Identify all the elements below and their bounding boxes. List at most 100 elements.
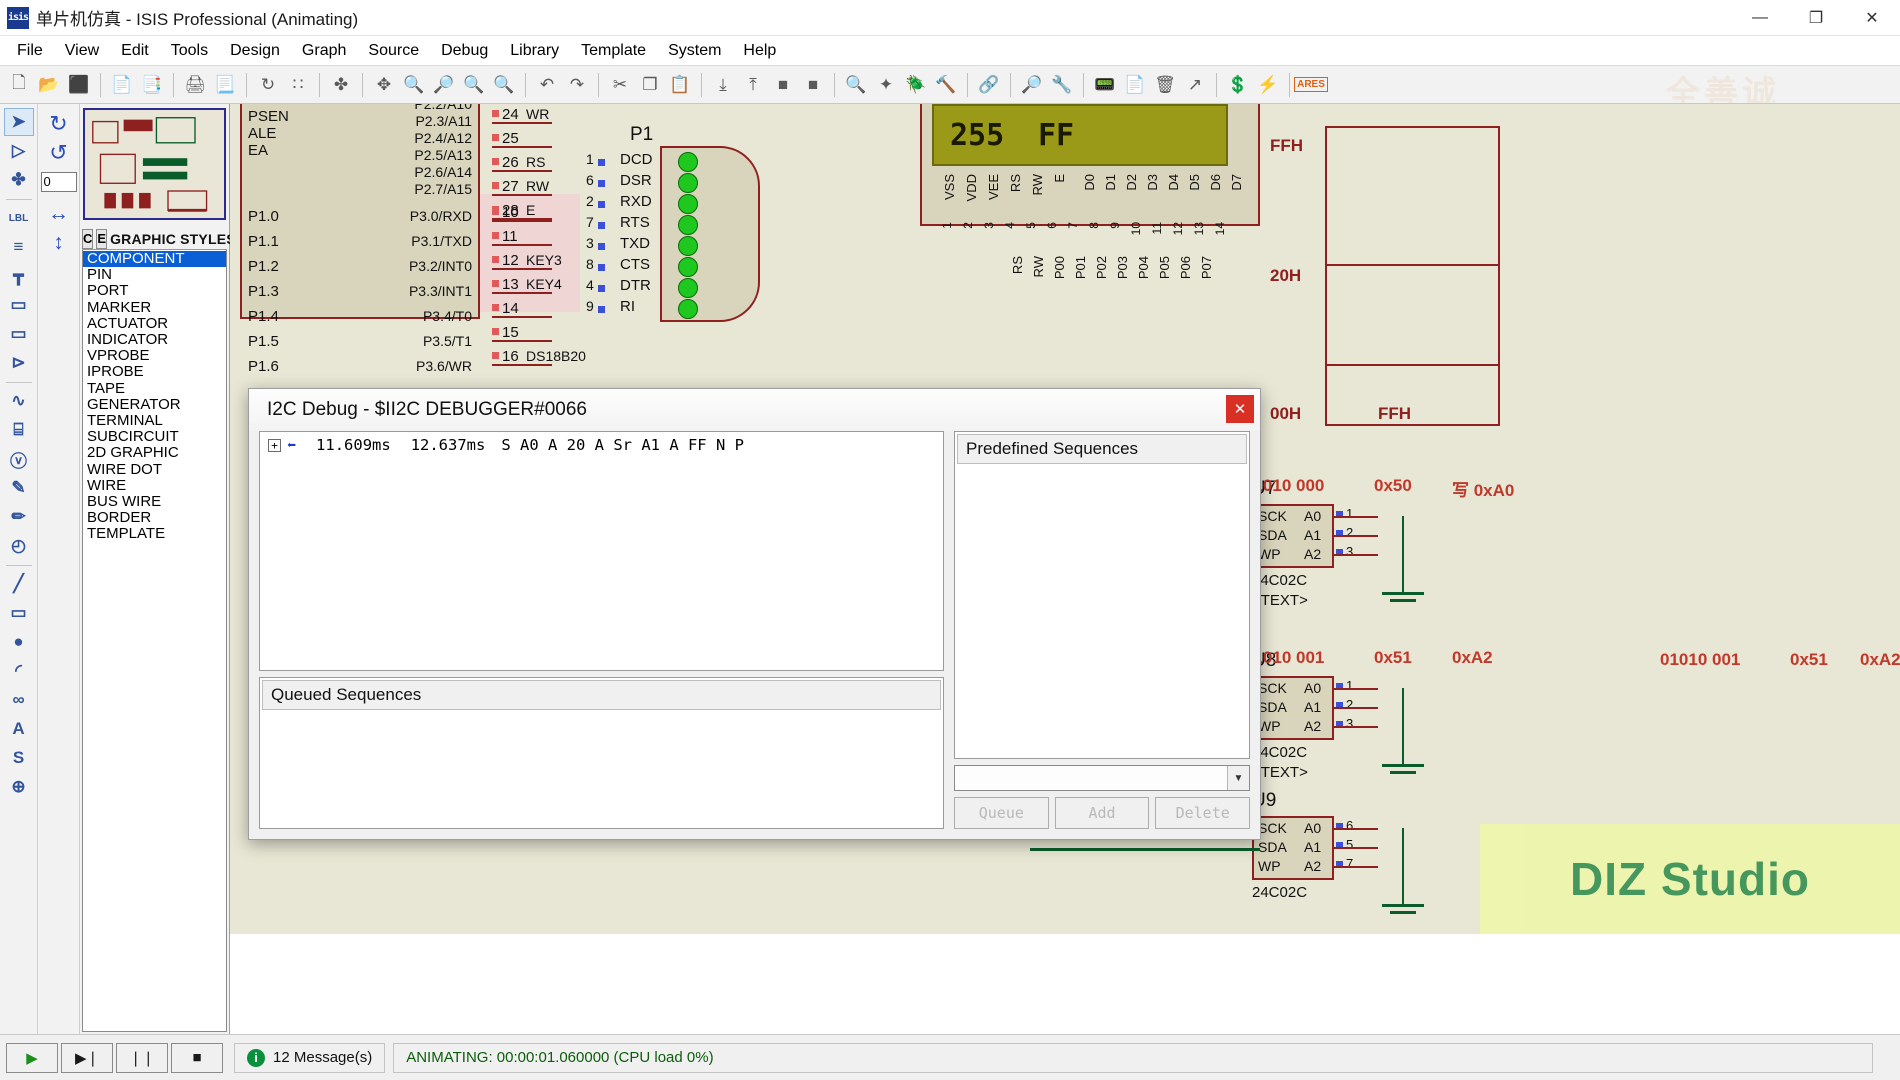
dialog-close-button[interactable]: ✕ [1226,395,1254,423]
zoom-all-icon[interactable]: 🔍 [490,71,518,99]
graphic-style-item-template[interactable]: TEMPLATE [83,526,226,542]
wire-autorouter-icon[interactable]: 🔗 [975,71,1003,99]
graphic-style-item-pin[interactable]: PIN [83,267,226,283]
cut-icon[interactable]: ✂ [606,71,634,99]
virtual-instrument-icon[interactable]: ◴ [4,532,34,560]
rotate-clockwise-icon[interactable]: ↻ [44,110,74,138]
circle-tool-icon[interactable]: ● [4,628,34,656]
refresh-icon[interactable]: ↻ [254,71,282,99]
menu-debug[interactable]: Debug [430,39,499,63]
graphic-style-item-port[interactable]: PORT [83,283,226,299]
predefined-sequences-panel[interactable]: Predefined Sequences [954,431,1250,759]
dialog-title-bar[interactable]: I2C Debug - $II2C DEBUGGER#0066 ✕ [249,389,1260,431]
graphic-style-item-iprobe[interactable]: IPROBE [83,364,226,380]
subcircuit-icon[interactable]: ▭ [4,291,34,319]
graphic-style-item-wire-dot[interactable]: WIRE DOT [83,461,226,478]
remove-sheet-icon[interactable]: 🗑 [1151,71,1179,99]
decompose-icon[interactable]: 🔨 [932,71,960,99]
zoom-out-icon[interactable]: 🔎 [430,71,458,99]
menu-view[interactable]: View [54,39,110,63]
copy-icon[interactable]: ❐ [636,71,664,99]
save-design-icon[interactable]: ⬛ [65,71,93,99]
new-sheet-icon[interactable]: 📄 [1121,71,1149,99]
search-tag-icon[interactable]: 🔎 [1018,71,1046,99]
graph-mode-icon[interactable]: ∿ [4,387,34,415]
zoom-area-icon[interactable]: 🔍 [460,71,488,99]
add-button[interactable]: Add [1054,797,1150,829]
graphic-style-item-marker[interactable]: MARKER [83,299,226,316]
paste-icon[interactable]: 📋 [666,71,694,99]
text-tool-icon[interactable]: A [4,715,34,743]
block-rotate-icon[interactable]: ■ [769,71,797,99]
selector-c-button[interactable]: C [82,228,94,249]
mirror-horizontal-icon[interactable]: ↔ [44,200,74,228]
schematic-canvas[interactable]: PSEN ALE EA P1.0 P1.1 P1.2 P1.3 P1.4 P1.5 P1.6 P2.… [230,104,1900,1034]
rotate-counterclockwise-icon[interactable]: ↺ [44,139,74,167]
rotation-angle-input[interactable]: 0 [40,172,77,192]
graphic-style-item-terminal[interactable]: TERMINAL [83,412,226,429]
animation-play-button[interactable]: ▶ [6,1042,58,1073]
graphic-style-item-bus-wire[interactable]: BUS WIRE [83,493,226,510]
menu-source[interactable]: Source [357,39,430,63]
sequence-combo-box[interactable]: ▼ [954,765,1250,791]
line-tool-icon[interactable]: ╱ [4,570,34,598]
chevron-down-icon[interactable]: ▼ [1227,766,1249,790]
device-pin-icon[interactable]: ⊳ [4,349,34,377]
block-copy-icon[interactable]: ⤓ [709,71,737,99]
toggle-grid-icon[interactable]: ∷ [284,71,312,99]
queued-sequences-panel[interactable]: Queued Sequences [259,677,944,829]
pan-icon[interactable]: ✥ [370,71,398,99]
i2c-trace-list[interactable]: + ⬅ 11.609ms 12.637ms S A0 A 20 A Sr A1 A FF… [259,431,944,671]
voltage-probe-icon[interactable]: ✎ [4,474,34,502]
graphic-style-item-2d-graphic[interactable]: 2D GRAPHIC [83,445,226,461]
box-tool-icon[interactable]: ▭ [4,599,34,627]
maximize-button[interactable]: ❐ [1788,0,1844,36]
graphic-style-item-subcircuit[interactable]: SUBCIRCUIT [83,429,226,445]
junction-dot-icon[interactable]: ✤ [4,166,34,194]
close-button[interactable]: ✕ [1844,0,1900,36]
wire-label-icon[interactable]: LBL [4,204,34,232]
block-move-icon[interactable]: ⤒ [739,71,767,99]
make-device-icon[interactable]: ✦ [872,71,900,99]
print-area-icon[interactable]: 📃 [211,71,239,99]
animation-pause-button[interactable]: ❘❘ [116,1042,168,1073]
menu-file[interactable]: File [6,39,54,63]
messages-pane[interactable]: i 12 Message(s) [234,1042,386,1073]
i2c-debug-dialog[interactable]: I2C Debug - $II2C DEBUGGER#0066 ✕ + ⬅ 11.6… [248,388,1261,840]
menu-graph[interactable]: Graph [291,39,357,63]
origin-icon[interactable]: ✤ [327,71,355,99]
selection-mode-icon[interactable]: ➤ [3,108,34,136]
menu-help[interactable]: Help [732,39,787,63]
open-design-icon[interactable]: 📂 [35,71,63,99]
graphic-style-item-indicator[interactable]: INDICATOR [83,331,226,348]
animation-step-button[interactable]: ▶❘ [61,1042,113,1073]
exit-sheet-icon[interactable]: ↗ [1181,71,1209,99]
zoom-in-icon[interactable]: 🔍 [400,71,428,99]
import-section-icon[interactable]: 📄 [108,71,136,99]
graphic-style-item-generator[interactable]: GENERATOR [83,396,226,413]
undo-icon[interactable]: ↶ [533,71,561,99]
menu-template[interactable]: Template [570,39,657,63]
graphic-style-item-actuator[interactable]: ACTUATOR [83,315,226,332]
graphic-style-item-wire[interactable]: WIRE [83,477,226,494]
graphic-style-item-vprobe[interactable]: VPROBE [83,348,226,364]
electrical-rules-icon[interactable]: ⚡ [1254,71,1282,99]
text-script-icon[interactable]: ≡ [4,233,34,261]
component-mode-icon[interactable]: ▷ [4,137,34,165]
minimize-button[interactable]: — [1732,0,1788,36]
animation-stop-button[interactable]: ■ [171,1042,223,1073]
new-design-icon[interactable]: 🗋 [5,71,33,99]
property-assign-icon[interactable]: 🔧 [1048,71,1076,99]
menu-system[interactable]: System [657,39,732,63]
menu-design[interactable]: Design [219,39,291,63]
graphic-styles-list[interactable]: COMPONENT PIN PORT MARKER ACTUATOR INDICATOR V… [82,250,227,1032]
packaging-tool-icon[interactable]: 🪲 [902,71,930,99]
menu-edit[interactable]: Edit [110,39,160,63]
p1-connector-body[interactable] [660,146,760,322]
current-probe-icon[interactable]: ✏ [4,503,34,531]
block-delete-icon[interactable]: ■ [799,71,827,99]
delete-button[interactable]: Delete [1155,797,1251,829]
queue-button[interactable]: Queue [954,797,1049,829]
redo-icon[interactable]: ↷ [563,71,591,99]
print-icon[interactable]: 🖨 [181,71,209,99]
